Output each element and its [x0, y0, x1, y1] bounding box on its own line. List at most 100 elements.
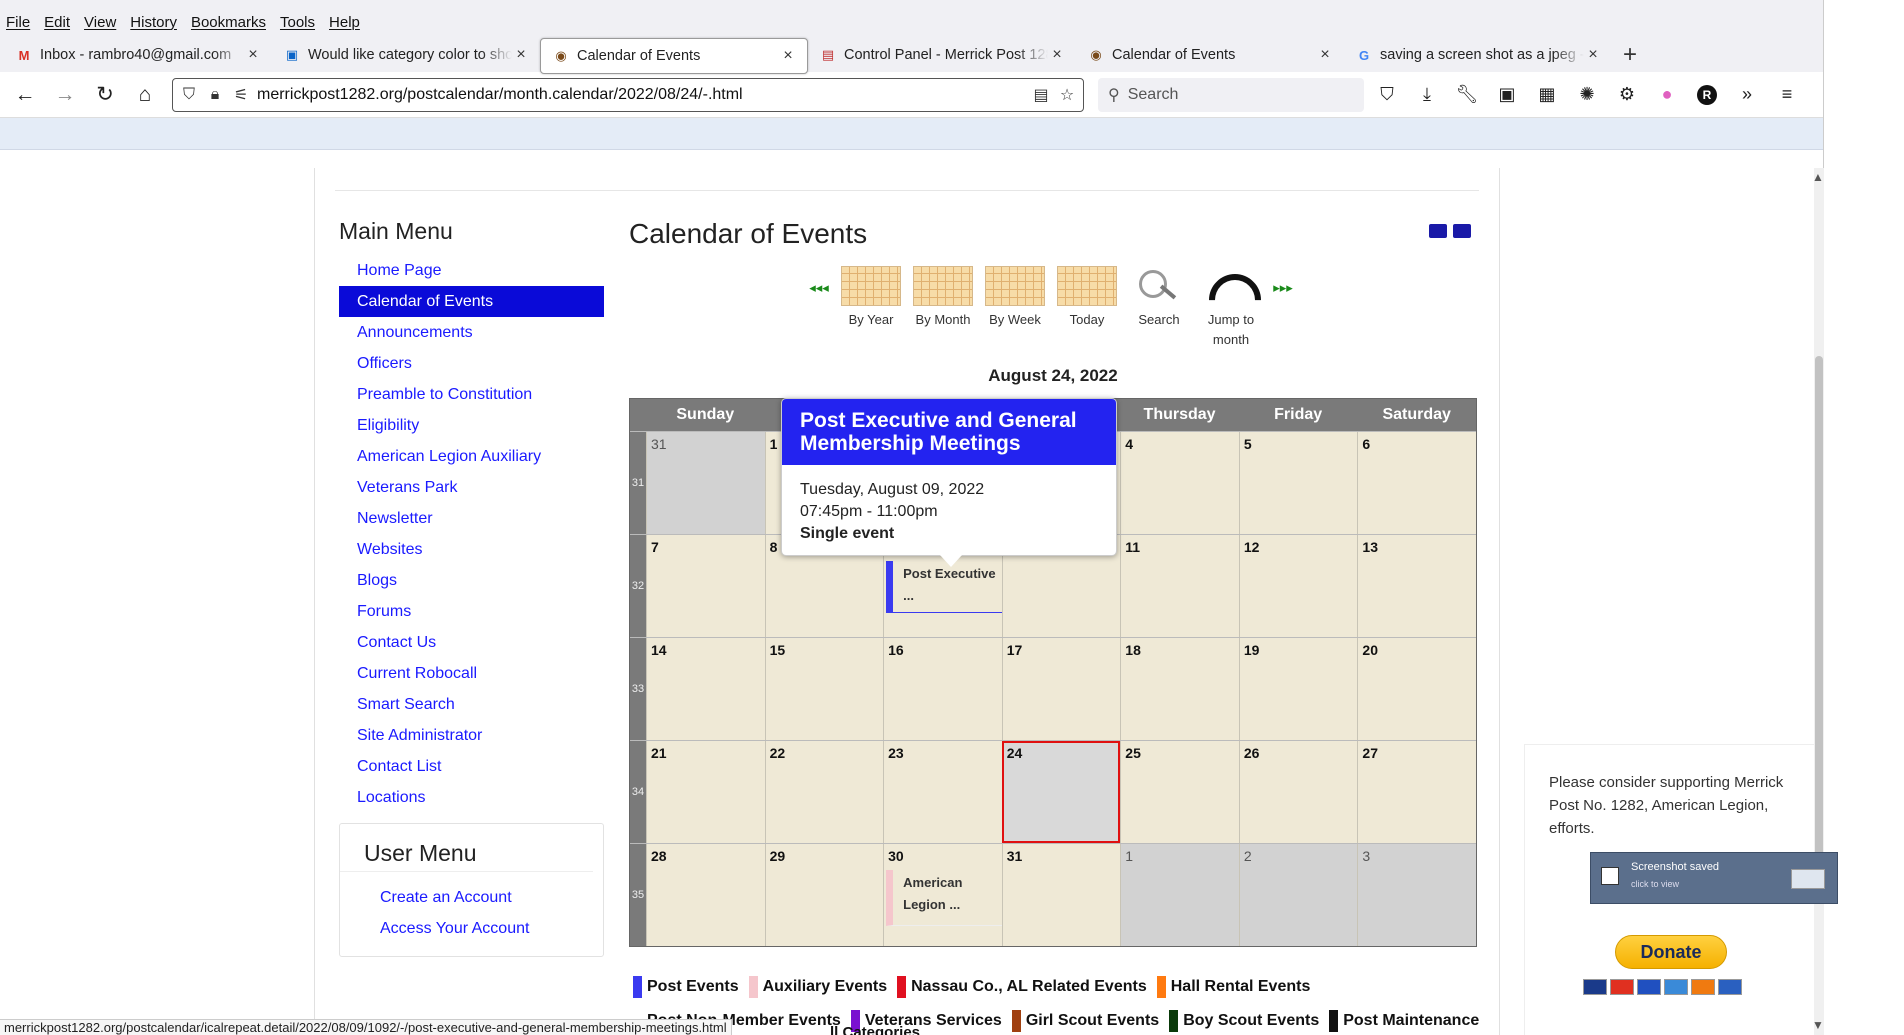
day-cell[interactable]: 25: [1120, 741, 1239, 843]
day-cell[interactable]: 7: [646, 535, 765, 637]
day-cell[interactable]: 6: [1357, 432, 1476, 534]
legend-item[interactable]: Post Events: [633, 970, 739, 1004]
sidebar-item-calendar-of-events[interactable]: Calendar of Events: [339, 286, 604, 317]
day-cell[interactable]: 16: [883, 638, 1002, 740]
menu-file[interactable]: File: [6, 14, 30, 31]
day-cell[interactable]: 3: [1357, 844, 1476, 946]
day-number[interactable]: 23: [888, 745, 904, 761]
day-number[interactable]: 11: [1125, 539, 1140, 555]
day-number[interactable]: 2: [1244, 848, 1252, 864]
legend-item[interactable]: Boy Scout Events: [1169, 1004, 1319, 1035]
tab-4[interactable]: ▤ Control Panel - Merrick Post 1282 ×: [808, 38, 1076, 72]
url-text[interactable]: merrickpost1282.org/postcalendar/month.c…: [257, 86, 1025, 104]
reader-view-icon[interactable]: ▤: [1031, 85, 1051, 105]
sidebar-item-contact-list[interactable]: Contact List: [339, 751, 604, 782]
day-cell[interactable]: 18: [1120, 638, 1239, 740]
day-number[interactable]: 17: [1007, 642, 1023, 658]
day-cell[interactable]: 22: [764, 741, 884, 843]
sidebar-item-websites[interactable]: Websites: [339, 534, 604, 565]
close-tab-icon[interactable]: ×: [244, 46, 262, 64]
new-tab-button[interactable]: +: [1612, 38, 1648, 72]
addon-gear-icon[interactable]: ✺: [1570, 78, 1604, 112]
sidebar-item-blogs[interactable]: Blogs: [339, 565, 604, 596]
day-number[interactable]: 7: [651, 539, 659, 555]
reload-button[interactable]: ↻: [88, 78, 122, 112]
bookmark-star-icon[interactable]: ☆: [1057, 85, 1077, 105]
day-number[interactable]: 3: [1362, 848, 1370, 864]
day-cell[interactable]: 23: [883, 741, 1002, 843]
sidebar-item-home-page[interactable]: Home Page: [339, 255, 604, 286]
all-categories-link[interactable]: ll Categories: [830, 1024, 920, 1035]
legend-item[interactable]: Post Maintenance: [1329, 1004, 1479, 1035]
menu-tools[interactable]: Tools: [280, 14, 315, 31]
close-tab-icon[interactable]: ×: [512, 46, 530, 64]
day-cell[interactable]: 19: [1238, 638, 1358, 740]
day-cell[interactable]: 31: [1001, 844, 1121, 946]
sidebar-item-announcements[interactable]: Announcements: [339, 317, 604, 348]
day-cell[interactable]: 30 American Legion ...: [883, 844, 1002, 946]
sidebar-item-forums[interactable]: Forums: [339, 596, 604, 627]
week-number[interactable]: 33: [630, 638, 646, 740]
day-cell[interactable]: 13: [1357, 535, 1476, 637]
tab-6[interactable]: Gsaving a screen shot as a jpeg - ×: [1344, 38, 1612, 72]
sidebar-item-eligibility[interactable]: Eligibility: [339, 410, 604, 441]
view-by-week-button[interactable]: By Week: [979, 266, 1051, 350]
view-jump-to-month-button[interactable]: Jump to month: [1195, 266, 1267, 350]
legend-item[interactable]: Hall Rental Events: [1156, 970, 1310, 1004]
day-number[interactable]: 21: [651, 745, 667, 761]
day-cell[interactable]: 4: [1120, 432, 1239, 534]
day-cell[interactable]: 20: [1357, 638, 1476, 740]
sidebar-item-veterans-park[interactable]: Veterans Park: [339, 472, 604, 503]
close-tab-icon[interactable]: ×: [1316, 46, 1334, 64]
day-cell[interactable]: 11: [1120, 535, 1239, 637]
day-cell[interactable]: 21: [646, 741, 765, 843]
day-number[interactable]: 5: [1244, 436, 1252, 452]
day-number[interactable]: 19: [1244, 642, 1260, 658]
day-number[interactable]: 4: [1125, 436, 1133, 452]
view-by-month-button[interactable]: By Month: [907, 266, 979, 350]
legend-item[interactable]: Girl Scout Events: [1011, 1004, 1159, 1035]
sidebar-item-locations[interactable]: Locations: [339, 782, 604, 813]
home-button[interactable]: ⌂: [128, 78, 162, 112]
calendar-event[interactable]: Post Executive ...: [886, 561, 1002, 613]
user-menu-item-create-an-account[interactable]: Create an Account: [340, 882, 603, 913]
day-number[interactable]: 22: [770, 745, 786, 761]
tab-3[interactable]: ◉ Calendar of Events ×: [540, 38, 808, 74]
user-menu-item-access-your-account[interactable]: Access Your Account: [340, 913, 603, 944]
view-by-year-button[interactable]: By Year: [835, 266, 907, 350]
search-input[interactable]: ⚲ Search: [1098, 77, 1364, 112]
shield-icon[interactable]: ⛉: [179, 86, 199, 104]
hamburger-menu-icon[interactable]: ≡: [1770, 78, 1804, 112]
day-cell[interactable]: 15: [764, 638, 884, 740]
next-arrows-icon[interactable]: ▸▸▸: [1267, 266, 1299, 296]
day-number[interactable]: 13: [1362, 539, 1378, 555]
day-number[interactable]: 31: [1007, 848, 1023, 864]
day-number[interactable]: 1: [1125, 848, 1133, 864]
week-number[interactable]: 35: [630, 844, 646, 946]
lock-icon[interactable]: 🔒︎: [205, 86, 225, 104]
view-today-button[interactable]: Today: [1051, 266, 1123, 350]
day-cell[interactable]: 31: [646, 432, 765, 534]
profile-avatar-icon[interactable]: R: [1690, 78, 1724, 112]
day-cell[interactable]: 29: [764, 844, 884, 946]
sidebar-item-current-robocall[interactable]: Current Robocall: [339, 658, 604, 689]
close-tab-icon[interactable]: ×: [1584, 46, 1602, 64]
sidebar-item-officers[interactable]: Officers: [339, 348, 604, 379]
screenshot-notification[interactable]: Screenshot saved click to view: [1590, 852, 1838, 904]
day-cell[interactable]: 27: [1357, 741, 1476, 843]
download-icon[interactable]: ⤓: [1410, 78, 1444, 112]
gear-icon[interactable]: ⚙: [1610, 78, 1644, 112]
donate-button[interactable]: Donate: [1615, 935, 1727, 969]
week-number[interactable]: 31: [630, 432, 646, 534]
pocket-icon[interactable]: ⛉: [1370, 78, 1404, 112]
close-tab-icon[interactable]: ×: [1048, 46, 1066, 64]
day-number[interactable]: 29: [770, 848, 786, 864]
day-number[interactable]: 27: [1362, 745, 1378, 761]
day-cell[interactable]: 24: [1001, 741, 1121, 843]
day-cell[interactable]: 14: [646, 638, 765, 740]
day-number[interactable]: 24: [1007, 745, 1023, 761]
day-number[interactable]: 1: [770, 436, 778, 452]
menu-help[interactable]: Help: [329, 14, 360, 31]
tab-2[interactable]: ▣ Would like category color to show ×: [272, 38, 540, 72]
legend-item[interactable]: Nassau Co., AL Related Events: [897, 970, 1147, 1004]
